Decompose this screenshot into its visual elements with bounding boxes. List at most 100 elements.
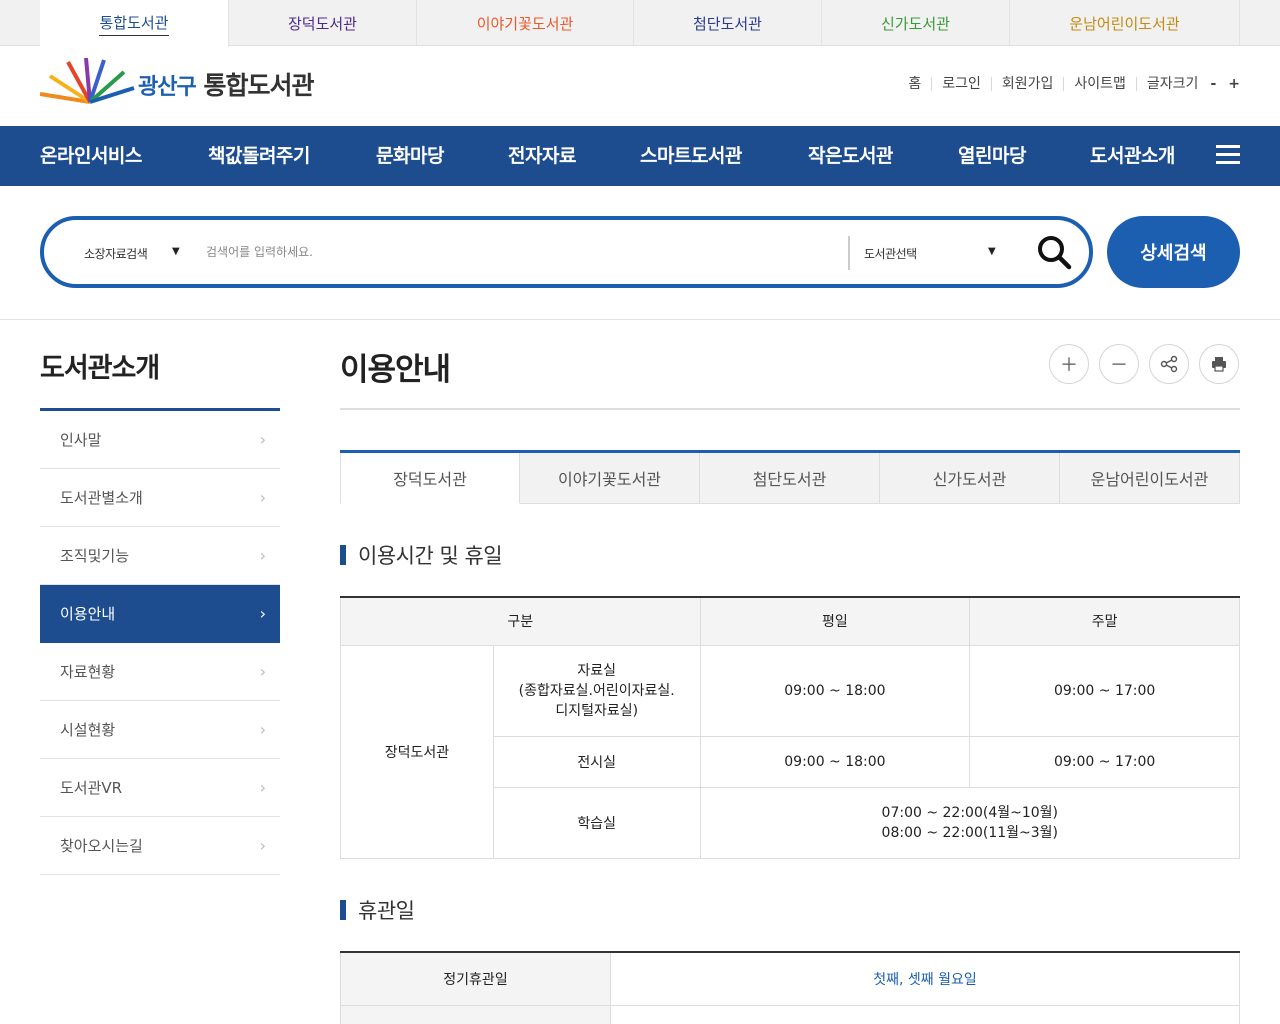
sidebar-menu: 인사말 › 도서관별소개 › 조직및기능 › 이용안내 › 자료현황 › 시설현황 › 도서… (40, 408, 280, 875)
sidebar-item-vr[interactable]: 도서관VR › (40, 759, 280, 817)
sidebar-item-directions[interactable]: 찾아오시는길 › (40, 817, 280, 875)
sidebar-item-organization[interactable]: 조직및기능 › (40, 527, 280, 585)
chevron-right-icon: › (259, 720, 266, 739)
room-line: 디지털자료실) (555, 702, 639, 719)
room-line: (종합자료실.어린이자료실. (518, 682, 675, 699)
libtab-label: 첨단도서관 (692, 14, 762, 33)
libtab-unnam[interactable]: 운남어린이도서관 (1010, 0, 1240, 46)
library-dropdown-icon[interactable]: ▼ (988, 246, 996, 257)
home-link[interactable]: 홈 (898, 77, 931, 91)
chevron-right-icon: › (259, 604, 266, 623)
sidebar-title: 도서관소개 (40, 353, 160, 384)
font-increase-button[interactable]: + (1228, 76, 1240, 92)
tab-jangdeok[interactable]: 장덕도서관 (340, 453, 520, 504)
gnb-open-forum[interactable]: 열린마당 (958, 126, 1026, 186)
room-cell: 학습실 (492, 786, 701, 859)
libtab-integrated[interactable]: 통합도서관 (40, 0, 229, 47)
regular-closed-label: 정기휴관일 (340, 951, 611, 1006)
library-name-cell: 장덕도서관 (340, 644, 494, 859)
logo-prefix: 광산구 (138, 75, 197, 100)
hours-section-title: 이용시간 및 휴일 (340, 540, 503, 570)
closed-section-title: 휴관일 (340, 895, 415, 925)
gnb-e-resources[interactable]: 전자자료 (508, 126, 576, 186)
table-row: 정기휴관일 첫째, 셋째 월요일 (340, 951, 1240, 1006)
library-select[interactable]: 도서관선택 (864, 245, 917, 262)
search-input[interactable] (206, 234, 826, 270)
room-line: 자료실 (577, 662, 616, 679)
page-tools: ＋ － (1049, 344, 1239, 384)
table-row (340, 1004, 1240, 1024)
libtab-iyagikkot[interactable]: 이야기꽃도서관 (417, 0, 634, 46)
library-sub-tabs: 장덕도서관 이야기꽃도서관 첨단도서관 신가도서관 운남어린이도서관 (340, 450, 1240, 504)
libtab-cheomdan[interactable]: 첨단도서관 (634, 0, 822, 46)
room-cell: 전시실 (492, 735, 701, 788)
sitemap-link[interactable]: 사이트맵 (1063, 77, 1136, 91)
sidebar-item-label: 자료현황 (60, 663, 116, 681)
site-logo[interactable]: 광산구 통합도서관 (39, 57, 320, 106)
tab-cheomdan[interactable]: 첨단도서관 (700, 453, 880, 504)
libtab-jangdeok[interactable]: 장덕도서관 (229, 0, 417, 46)
chevron-right-icon: › (259, 778, 266, 797)
print-icon[interactable] (1199, 344, 1239, 384)
gnb-culture[interactable]: 문화마당 (376, 126, 444, 186)
search-divider (848, 236, 850, 270)
search-box: 소장자료검색 ▼ 도서관선택 ▼ (40, 216, 1093, 288)
divider (0, 319, 1280, 320)
sidebar-item-label: 도서관VR (60, 779, 123, 797)
header-weekday: 평일 (699, 596, 971, 646)
sidebar-item-facilities[interactable]: 시설현황 › (40, 701, 280, 759)
font-size-label: 글자크기 (1135, 77, 1198, 91)
page-title: 이용안내 (340, 352, 451, 388)
hamburger-menu-icon[interactable] (1216, 145, 1240, 165)
regular-closed-value: 첫째, 셋째 월요일 (610, 951, 1240, 1006)
sidebar-item-label: 시설현황 (60, 721, 116, 739)
logo-text: 광산구 통합도서관 (138, 66, 314, 102)
weekend-hours: 09:00 ~ 17:00 (969, 735, 1240, 788)
weekday-hours: 09:00 ~ 18:00 (699, 735, 971, 788)
gnb-book-refund[interactable]: 책값돌려주기 (208, 126, 310, 186)
libtab-label: 장덕도서관 (287, 14, 357, 33)
sidebar-item-usage-guide[interactable]: 이용안내 › (40, 585, 280, 643)
logo-burst-icon (39, 57, 135, 104)
libtab-singa[interactable]: 신가도서관 (822, 0, 1010, 46)
login-link[interactable]: 로그인 (931, 77, 991, 91)
sidebar-item-greeting[interactable]: 인사말 › (40, 411, 280, 469)
header-category: 구분 (340, 596, 701, 646)
share-icon[interactable] (1149, 344, 1189, 384)
gnb-small-library[interactable]: 작은도서관 (808, 126, 893, 186)
libtab-label: 통합도서관 (99, 12, 169, 36)
hours-line: 07:00 ~ 22:00(4월~10월) (881, 804, 1059, 821)
title-divider (340, 408, 1240, 410)
chevron-right-icon: › (259, 430, 266, 449)
sidebar-item-label: 찾아오시는길 (60, 837, 143, 855)
gnb-smart-library[interactable]: 스마트도서관 (640, 126, 742, 186)
tab-unnam[interactable]: 운남어린이도서관 (1060, 453, 1240, 504)
gnb-library-intro[interactable]: 도서관소개 (1090, 126, 1175, 186)
search-type-dropdown-icon[interactable]: ▼ (172, 246, 180, 257)
search-type-select[interactable]: 소장자료검색 (84, 245, 148, 262)
gnb-online-service[interactable]: 온라인서비스 (40, 126, 142, 186)
search-icon[interactable] (1036, 234, 1072, 270)
sidebar-item-library-intro[interactable]: 도서관별소개 › (40, 469, 280, 527)
sidebar-item-label: 조직및기능 (60, 547, 130, 565)
font-decrease-button[interactable]: - (1210, 76, 1216, 92)
tab-singa[interactable]: 신가도서관 (880, 453, 1060, 504)
chevron-right-icon: › (259, 488, 266, 507)
sidebar-item-label: 이용안내 (60, 605, 116, 623)
weekend-hours: 09:00 ~ 17:00 (969, 644, 1240, 737)
advanced-search-button[interactable]: 상세검색 (1107, 216, 1240, 288)
signup-link[interactable]: 회원가입 (990, 77, 1064, 91)
logo-name: 통합도서관 (203, 71, 314, 100)
sidebar-item-collection[interactable]: 자료현황 › (40, 643, 280, 701)
libtab-label: 이야기꽃도서관 (476, 14, 574, 33)
room-cell: 자료실 (종합자료실.어린이자료실. 디지털자료실) (492, 644, 701, 737)
utility-links: 홈 로그인 회원가입 사이트맵 글자크기 - + (898, 76, 1240, 92)
main-navigation: 온라인서비스 책값돌려주기 문화마당 전자자료 스마트도서관 작은도서관 열린마… (0, 126, 1280, 186)
hours-table: 구분 평일 주말 장덕도서관 자료실 (종합자료실.어린이자료실. 디지털자료실… (340, 596, 1241, 859)
table-row: 장덕도서관 자료실 (종합자료실.어린이자료실. 디지털자료실) 09:00 ~… (340, 644, 1240, 859)
header-weekend: 주말 (969, 596, 1240, 646)
zoom-out-icon[interactable]: － (1099, 344, 1139, 384)
tab-iyagikkot[interactable]: 이야기꽃도서관 (520, 453, 700, 504)
zoom-in-icon[interactable]: ＋ (1049, 344, 1089, 384)
library-tabs-bar: 통합도서관 장덕도서관 이야기꽃도서관 첨단도서관 신가도서관 운남어린이도서관 (0, 0, 1280, 47)
